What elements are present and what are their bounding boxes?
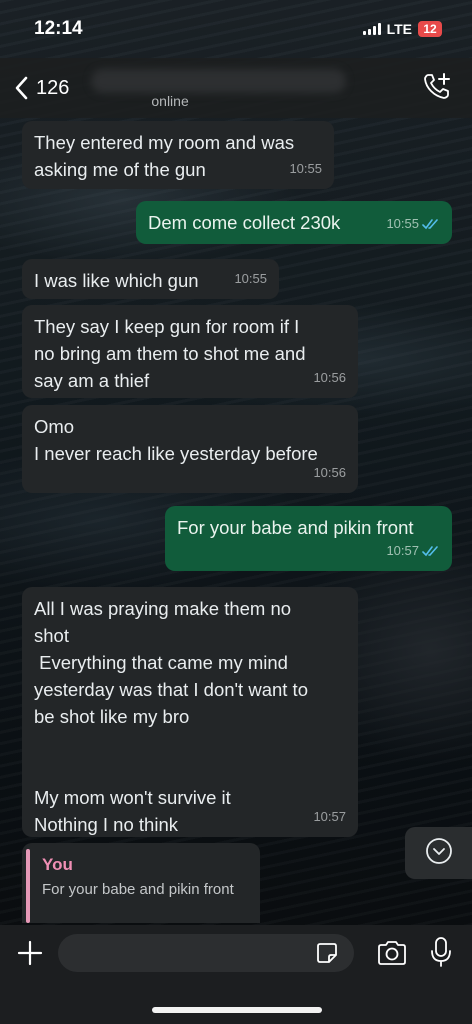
message-text: I was like which gun — [34, 270, 199, 291]
microphone-icon[interactable] — [430, 936, 452, 973]
reply-text: For your babe and pikin front — [42, 881, 234, 898]
message-meta: 10:55 — [289, 155, 322, 182]
message-input-bar — [0, 925, 472, 1024]
status-indicators: LTE 12 — [362, 21, 442, 37]
contact-status: online — [151, 93, 189, 109]
quoted-reply[interactable]: You For your babe and pikin front — [22, 843, 260, 923]
chevron-down-circle-icon — [424, 836, 454, 871]
message-bubble-incoming[interactable]: Omo I never reach like yesterday before … — [22, 405, 358, 493]
signal-icon — [362, 23, 381, 35]
camera-icon[interactable] — [376, 940, 408, 971]
message-text: Omo I never reach like yesterday before — [34, 416, 318, 464]
message-text: All I was praying make them no shot Ever… — [34, 598, 308, 835]
reply-author: You — [42, 855, 73, 874]
message-text: They say I keep gun for room if I no bri… — [34, 316, 306, 391]
sticker-icon[interactable] — [315, 941, 339, 970]
message-bubble-outgoing[interactable]: For your babe and pikin front 10:57 — [165, 506, 452, 571]
network-type: LTE — [386, 21, 412, 37]
message-meta: 10:55 — [234, 265, 267, 292]
scroll-to-bottom-button[interactable] — [405, 827, 472, 879]
back-button[interactable]: 126 — [14, 76, 69, 100]
message-meta: 10:56 — [313, 364, 346, 391]
message-time: 10:56 — [313, 465, 346, 480]
read-ticks-icon — [422, 545, 440, 557]
message-meta: 10:56 — [313, 459, 346, 486]
redacted-contact-name — [91, 69, 347, 93]
message-bubble-incoming[interactable]: They entered my room and was asking me o… — [22, 121, 334, 189]
message-time: 10:57 — [386, 543, 419, 558]
contact-info[interactable]: online — [91, 63, 351, 113]
message-bubble-incoming[interactable]: They say I keep gun for room if I no bri… — [22, 305, 358, 398]
message-bubble-incoming[interactable]: All I was praying make them no shot Ever… — [22, 587, 358, 837]
message-time: 10:56 — [313, 370, 346, 385]
chat-header: 126 online — [0, 58, 472, 118]
message-time: 10:57 — [313, 809, 346, 824]
chevron-left-icon — [14, 76, 28, 100]
message-input[interactable] — [58, 934, 354, 972]
message-meta: 10:57 — [386, 537, 440, 564]
message-meta: 10:55 — [386, 210, 440, 237]
message-time: 10:55 — [386, 216, 419, 231]
add-call-icon[interactable] — [422, 71, 452, 106]
message-bubble-outgoing[interactable]: Dem come collect 230k 10:55 — [136, 201, 452, 244]
battery-icon: 12 — [418, 21, 442, 37]
unread-count: 126 — [36, 76, 70, 99]
message-bubble-incoming[interactable]: I was like which gun 10:55 — [22, 259, 279, 299]
status-time: 12:14 — [34, 18, 83, 39]
read-ticks-icon — [422, 218, 440, 230]
message-time: 10:55 — [289, 161, 322, 176]
status-bar: 12:14 LTE 12 — [0, 0, 472, 58]
message-time: 10:55 — [234, 271, 267, 286]
message-meta: 10:57 — [313, 803, 346, 830]
home-indicator — [152, 1007, 322, 1013]
plus-icon[interactable] — [16, 939, 44, 972]
message-text: They entered my room and was asking me o… — [34, 132, 295, 180]
